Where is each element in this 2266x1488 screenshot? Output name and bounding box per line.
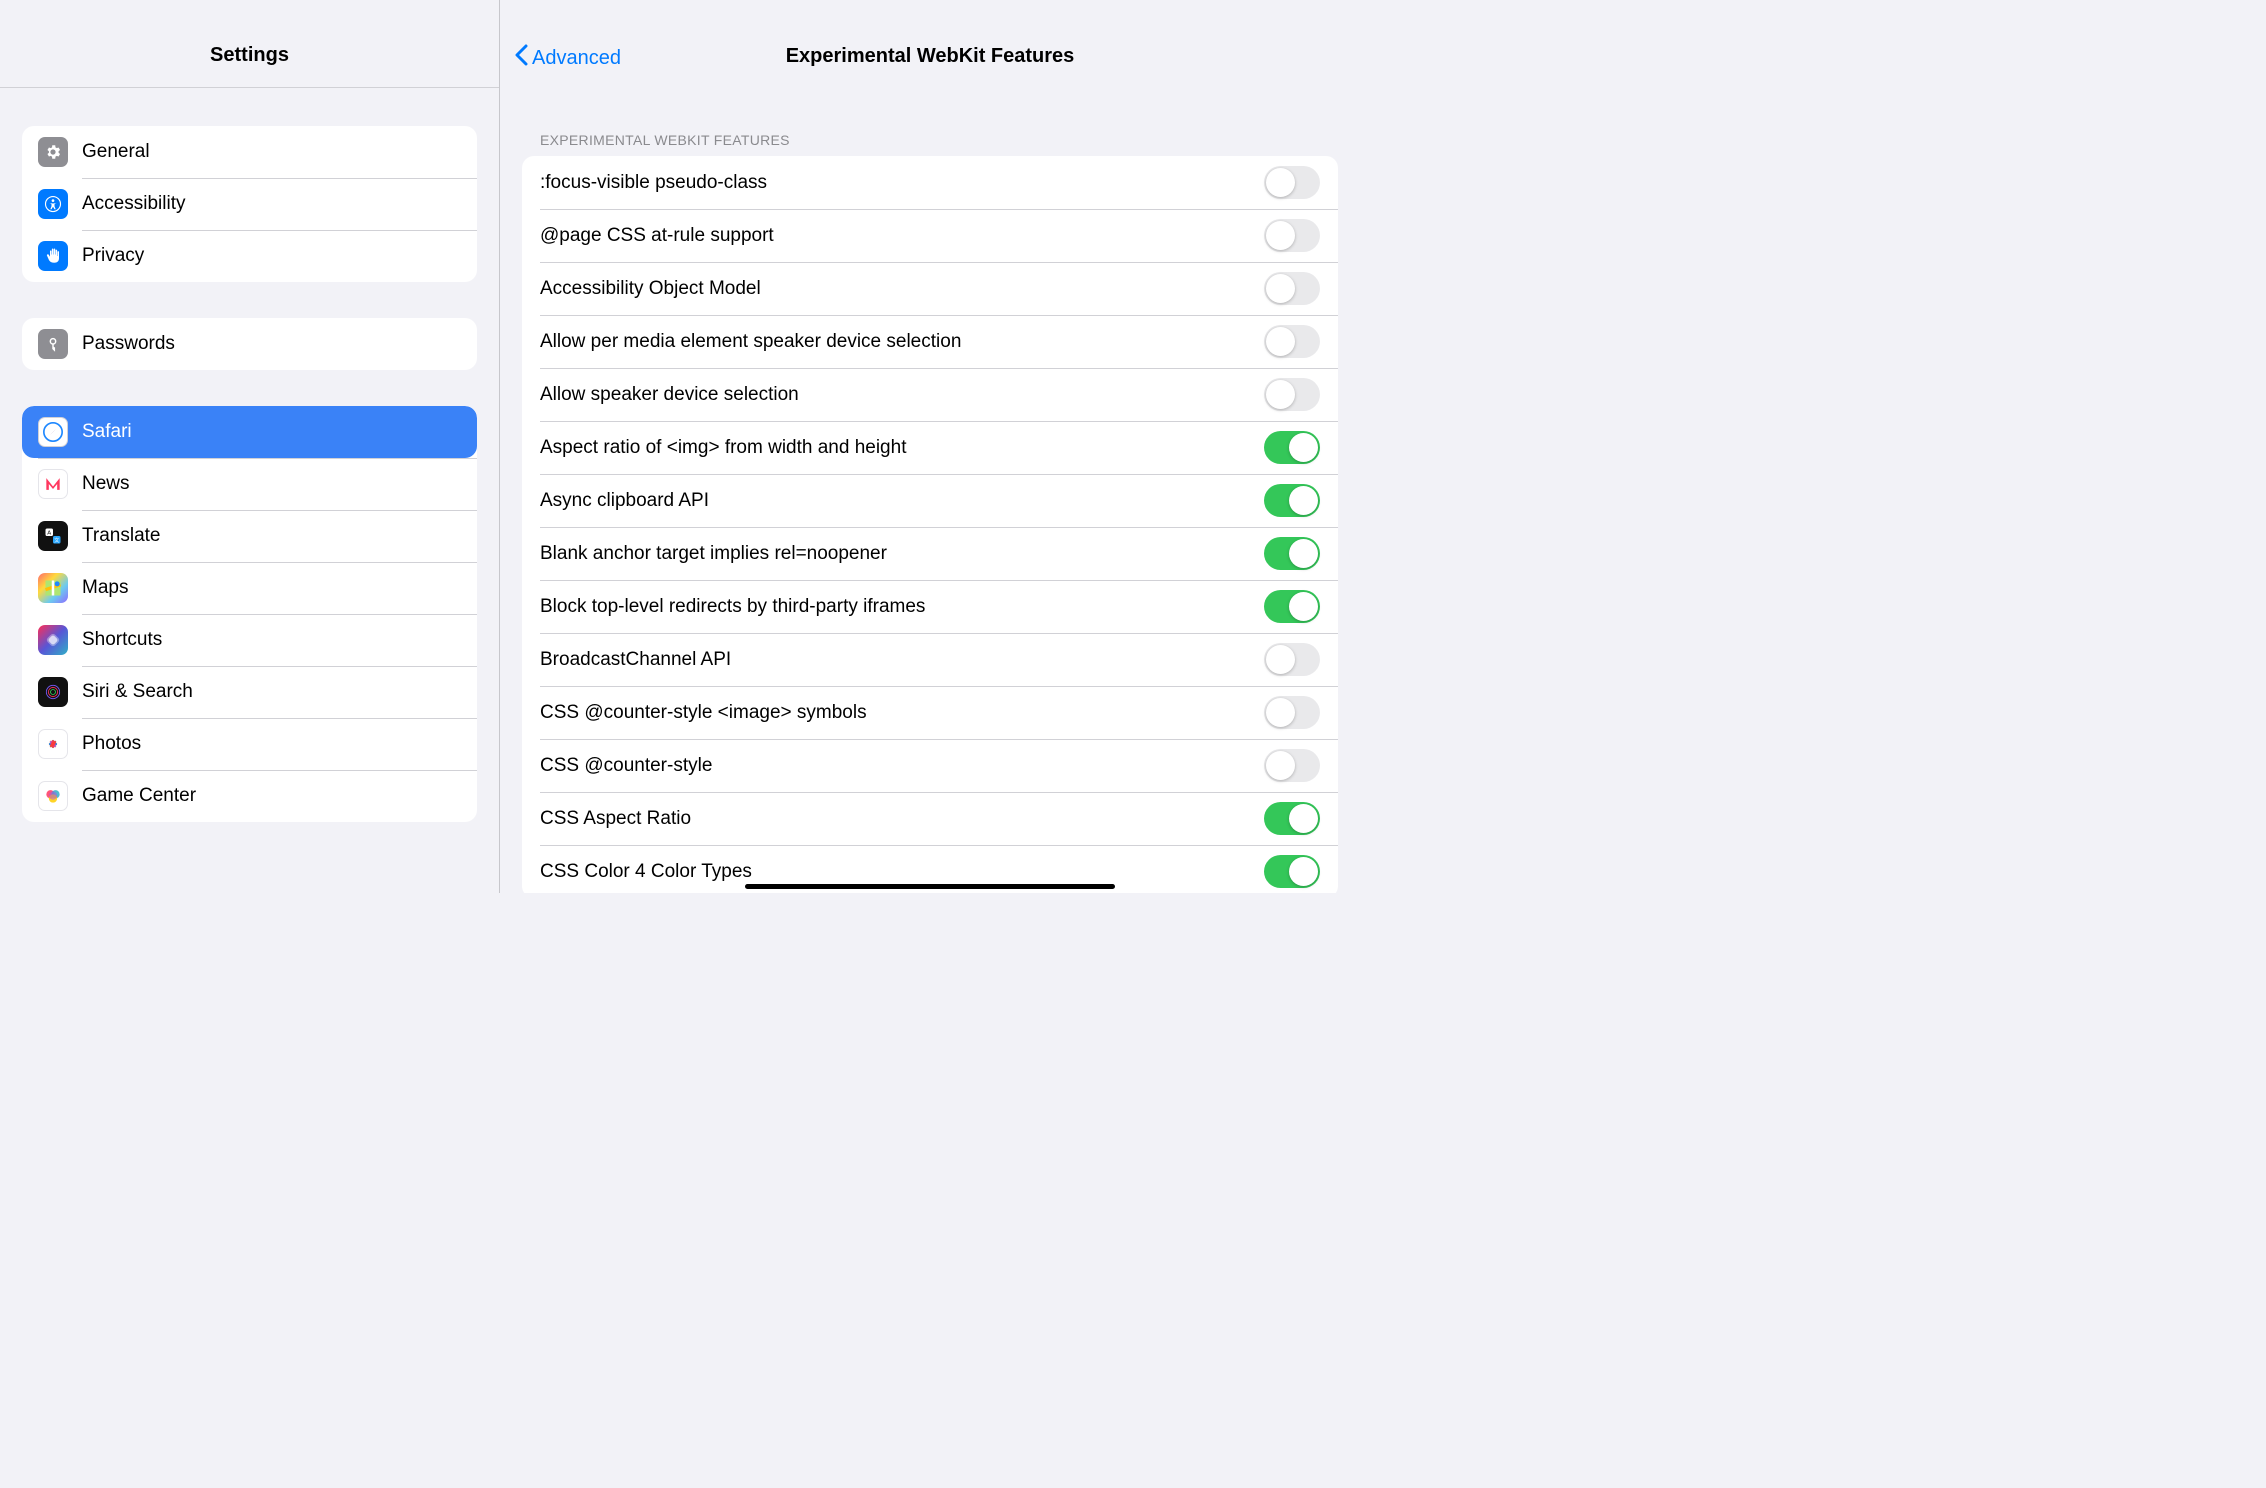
sidebar-item-label: Maps <box>82 577 128 599</box>
feature-toggle[interactable] <box>1264 431 1320 464</box>
shortcuts-icon <box>38 625 68 655</box>
feature-toggle[interactable] <box>1264 166 1320 199</box>
accessibility-icon <box>38 189 68 219</box>
feature-label: Blank anchor target implies rel=noopener <box>540 543 887 565</box>
sidebar-item-safari[interactable]: Safari <box>22 406 477 458</box>
detail-scroll[interactable]: EXPERIMENTAL WEBKIT FEATURES :focus-visi… <box>500 88 1360 893</box>
feature-toggle[interactable] <box>1264 219 1320 252</box>
feature-row: Aspect ratio of <img> from width and hei… <box>522 421 1338 474</box>
feature-toggle[interactable] <box>1264 855 1320 888</box>
sidebar-item-label: Siri & Search <box>82 681 193 703</box>
feature-toggle[interactable] <box>1264 643 1320 676</box>
feature-row: @page CSS at-rule support <box>522 209 1338 262</box>
sidebar-item-label: Passwords <box>82 333 175 355</box>
feature-label: CSS @counter-style <image> symbols <box>540 702 867 724</box>
settings-sidebar: Settings General Accessibility <box>0 0 500 893</box>
svg-text:A: A <box>47 530 51 536</box>
feature-label: CSS Aspect Ratio <box>540 808 691 830</box>
section-header: EXPERIMENTAL WEBKIT FEATURES <box>500 88 1360 156</box>
home-indicator[interactable] <box>745 884 1115 889</box>
feature-label: Accessibility Object Model <box>540 278 761 300</box>
sidebar-item-maps[interactable]: Maps <box>22 562 477 614</box>
sidebar-group-passwords: Passwords <box>22 318 477 370</box>
feature-label: Allow speaker device selection <box>540 384 799 406</box>
sidebar-item-translate[interactable]: A文 Translate <box>22 510 477 562</box>
feature-label: :focus-visible pseudo-class <box>540 172 767 194</box>
sidebar-item-label: Shortcuts <box>82 629 162 651</box>
sidebar-title: Settings <box>210 44 289 67</box>
feature-label: Allow per media element speaker device s… <box>540 331 961 353</box>
back-label: Advanced <box>532 47 621 70</box>
feature-label: Aspect ratio of <img> from width and hei… <box>540 437 906 459</box>
feature-toggle[interactable] <box>1264 325 1320 358</box>
feature-row: Allow speaker device selection <box>522 368 1338 421</box>
feature-row: Allow per media element speaker device s… <box>522 315 1338 368</box>
sidebar-item-label: General <box>82 141 150 163</box>
feature-row: Async clipboard API <box>522 474 1338 527</box>
feature-row: Blank anchor target implies rel=noopener <box>522 527 1338 580</box>
safari-icon <box>38 417 68 447</box>
feature-toggle[interactable] <box>1264 378 1320 411</box>
gear-icon <box>38 137 68 167</box>
feature-toggle[interactable] <box>1264 696 1320 729</box>
feature-row: Block top-level redirects by third-party… <box>522 580 1338 633</box>
news-icon <box>38 469 68 499</box>
sidebar-item-label: Game Center <box>82 785 196 807</box>
feature-label: Async clipboard API <box>540 490 709 512</box>
feature-row: :focus-visible pseudo-class <box>522 156 1338 209</box>
feature-row: CSS @counter-style <box>522 739 1338 792</box>
detail-pane: Advanced Experimental WebKit Features EX… <box>500 0 1360 893</box>
detail-navbar: Advanced Experimental WebKit Features <box>500 0 1360 88</box>
sidebar-group-system: General Accessibility Privacy <box>22 126 477 282</box>
sidebar-group-apps: Safari News A文 Translate <box>22 406 477 822</box>
sidebar-item-siri[interactable]: Siri & Search <box>22 666 477 718</box>
feature-row: CSS Aspect Ratio <box>522 792 1338 845</box>
chevron-left-icon <box>514 44 532 72</box>
feature-toggle[interactable] <box>1264 484 1320 517</box>
sidebar-scroll[interactable]: General Accessibility Privacy <box>0 88 499 893</box>
sidebar-item-privacy[interactable]: Privacy <box>22 230 477 282</box>
photos-icon <box>38 729 68 759</box>
sidebar-item-photos[interactable]: Photos <box>22 718 477 770</box>
feature-row: CSS @counter-style <image> symbols <box>522 686 1338 739</box>
sidebar-item-label: Translate <box>82 525 161 547</box>
sidebar-item-label: Safari <box>82 421 132 443</box>
sidebar-item-general[interactable]: General <box>22 126 477 178</box>
feature-label: @page CSS at-rule support <box>540 225 774 247</box>
siri-icon <box>38 677 68 707</box>
sidebar-item-label: Privacy <box>82 245 144 267</box>
sidebar-item-gamecenter[interactable]: Game Center <box>22 770 477 822</box>
sidebar-navbar: Settings <box>0 0 499 88</box>
feature-list: :focus-visible pseudo-class @page CSS at-… <box>522 156 1338 893</box>
feature-label: Block top-level redirects by third-party… <box>540 596 925 618</box>
gamecenter-icon <box>38 781 68 811</box>
feature-toggle[interactable] <box>1264 537 1320 570</box>
translate-icon: A文 <box>38 521 68 551</box>
sidebar-item-label: Accessibility <box>82 193 185 215</box>
sidebar-item-label: Photos <box>82 733 141 755</box>
sidebar-item-news[interactable]: News <box>22 458 477 510</box>
feature-label: BroadcastChannel API <box>540 649 731 671</box>
detail-title: Experimental WebKit Features <box>786 45 1075 68</box>
key-icon <box>38 329 68 359</box>
feature-toggle[interactable] <box>1264 272 1320 305</box>
feature-label: CSS Color 4 Color Types <box>540 861 752 883</box>
sidebar-item-label: News <box>82 473 130 495</box>
sidebar-item-passwords[interactable]: Passwords <box>22 318 477 370</box>
maps-icon <box>38 573 68 603</box>
feature-row: BroadcastChannel API <box>522 633 1338 686</box>
feature-label: CSS @counter-style <box>540 755 712 777</box>
feature-toggle[interactable] <box>1264 749 1320 782</box>
svg-text:文: 文 <box>54 537 59 544</box>
feature-toggle[interactable] <box>1264 802 1320 835</box>
feature-toggle[interactable] <box>1264 590 1320 623</box>
sidebar-item-shortcuts[interactable]: Shortcuts <box>22 614 477 666</box>
sidebar-item-accessibility[interactable]: Accessibility <box>22 178 477 230</box>
hand-icon <box>38 241 68 271</box>
feature-row: Accessibility Object Model <box>522 262 1338 315</box>
back-button[interactable]: Advanced <box>514 44 621 72</box>
